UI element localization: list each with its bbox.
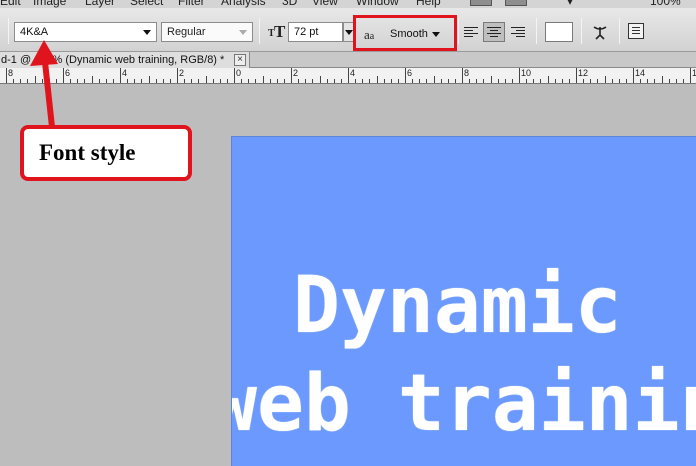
annotation-arrow [30,40,58,128]
annotation-callout: Font style [20,125,192,181]
annotation-label: Font style [39,140,136,165]
